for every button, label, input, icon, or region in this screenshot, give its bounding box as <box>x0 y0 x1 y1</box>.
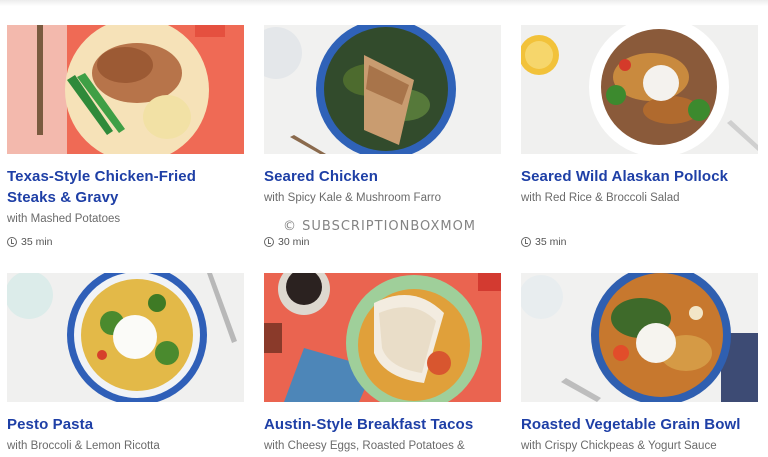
watermark: © SUBSCRIPTIONBOXMOM <box>283 219 477 234</box>
clock-icon <box>7 237 17 247</box>
recipe-card[interactable]: Pesto Pasta with Broccoli & Lemon Ricott… <box>7 273 244 454</box>
recipe-subtitle: with Spicy Kale & Mushroom Farro <box>264 192 442 204</box>
cook-time: 35 min <box>521 236 567 248</box>
recipe-photo[interactable] <box>264 273 501 402</box>
recipe-photo[interactable] <box>521 273 758 402</box>
recipe-card[interactable]: Roasted Vegetable Grain Bowl with Crispy… <box>521 273 758 454</box>
recipe-photo[interactable] <box>7 273 244 402</box>
recipe-card[interactable]: Seared Chicken with Spicy Kale & Mushroo… <box>264 25 501 206</box>
clock-icon <box>521 237 531 247</box>
recipe-card[interactable]: Texas-Style Chicken-Fried Steaks & Gravy… <box>7 25 244 227</box>
recipe-subtitle: with Broccoli & Lemon Ricotta <box>7 440 160 452</box>
recipe-photo[interactable] <box>521 25 758 154</box>
cook-time-label: 35 min <box>535 236 567 248</box>
cook-time: 30 min <box>264 236 310 248</box>
cook-time-label: 30 min <box>278 236 310 248</box>
recipe-title[interactable]: Texas-Style Chicken-Fried Steaks & Gravy <box>7 166 244 208</box>
cook-time-label: 35 min <box>21 236 53 248</box>
top-divider <box>0 0 768 6</box>
recipe-title[interactable]: Roasted Vegetable Grain Bowl <box>521 414 758 435</box>
cook-time: 35 min <box>7 236 53 248</box>
recipe-title[interactable]: Austin-Style Breakfast Tacos <box>264 414 501 435</box>
recipe-photo[interactable] <box>264 25 501 154</box>
recipe-title[interactable]: Pesto Pasta <box>7 414 244 435</box>
recipe-subtitle: with Cheesy Eggs, Roasted Potatoes & <box>264 440 465 452</box>
recipe-title[interactable]: Seared Chicken <box>264 166 501 187</box>
recipe-title[interactable]: Seared Wild Alaskan Pollock <box>521 166 758 187</box>
recipe-card[interactable]: Austin-Style Breakfast Tacos with Cheesy… <box>264 273 501 454</box>
recipe-subtitle: with Crispy Chickpeas & Yogurt Sauce <box>521 440 717 452</box>
recipe-subtitle: with Mashed Potatoes <box>7 213 121 225</box>
recipe-card[interactable]: Seared Wild Alaskan Pollock with Red Ric… <box>521 25 758 206</box>
recipe-subtitle: with Red Rice & Broccoli Salad <box>521 192 680 204</box>
clock-icon <box>264 237 274 247</box>
recipe-photo[interactable] <box>7 25 244 154</box>
